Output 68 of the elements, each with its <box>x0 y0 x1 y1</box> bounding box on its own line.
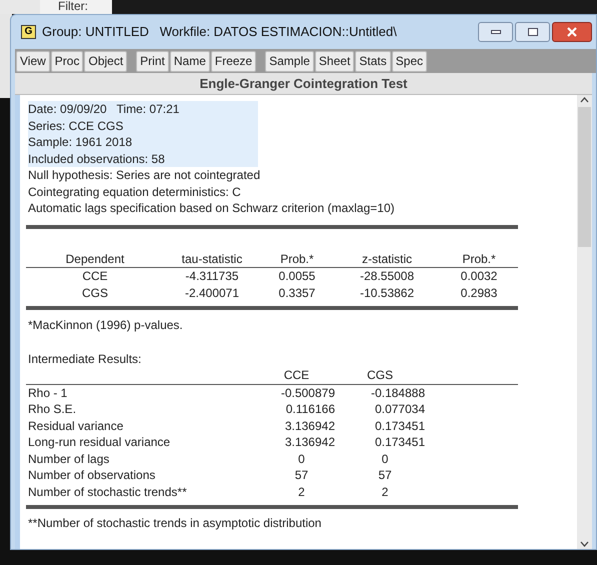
toolbar-button[interactable]: Print <box>136 50 169 72</box>
table-cell-text: 57 <box>294 467 310 484</box>
table-cell-text: 0.2983 <box>460 284 498 301</box>
report-line: Cointegrating equation deterministics: C <box>28 184 241 200</box>
column-header: tau-statistic <box>180 250 244 267</box>
column-header: Prob.* <box>461 250 497 267</box>
column-header: CGS <box>366 367 394 384</box>
close-button[interactable] <box>552 22 592 42</box>
row-label: Number of stochastic trends** <box>28 484 188 500</box>
table-cell-text: 0.077034 <box>374 401 425 418</box>
table-cell-text: -10.53862 <box>358 284 416 301</box>
toolbar-button[interactable]: Stats <box>355 50 391 72</box>
scroll-up-icon[interactable] <box>580 97 589 103</box>
toolbar-button[interactable]: Freeze <box>210 50 256 72</box>
column-header: Dependent <box>64 250 126 267</box>
table-cell-text: 0.173451 <box>374 434 425 450</box>
column-header: z-statistic <box>360 250 413 267</box>
footnote: **Number of stochastic trends in asymptotic distribution <box>28 515 322 532</box>
table-cell-text: 0 <box>380 450 390 467</box>
filter-tab[interactable]: Filter: <box>40 0 112 14</box>
view-title-bar: Engle-Granger Cointegration Test <box>15 73 592 95</box>
toolbar-button[interactable]: Proc <box>50 50 84 72</box>
table-cell-text: 3.136942 <box>284 418 335 434</box>
table-cell-text: -2.400071 <box>184 284 240 301</box>
section-title: Intermediate Results: <box>28 350 142 367</box>
column-header: Prob.* <box>279 250 315 267</box>
row-label: Residual variance <box>28 418 124 434</box>
toolbar-button[interactable]: Object <box>84 50 128 72</box>
table-cell-text: CGS <box>80 284 109 301</box>
table-cell-text: CCE <box>81 268 109 284</box>
table-cell-text: 0.0055 <box>278 268 316 284</box>
table-cell-text: 3.136942 <box>284 434 335 450</box>
row-label: Number of lags <box>28 450 110 467</box>
table-cell-text: -0.500879 <box>280 384 335 401</box>
toolbar-button[interactable]: Sample <box>265 50 314 72</box>
report-line: Null hypothesis: Series are not cointegrated <box>28 167 260 184</box>
report-line: Automatic lags specification based on Schwarz criterion (maxlag=10) <box>28 200 395 216</box>
toolbar-button[interactable]: Spec <box>392 50 427 72</box>
minimize-icon <box>490 30 500 34</box>
table-cell-text: 2 <box>380 484 390 500</box>
column-header: CCE <box>282 367 310 384</box>
scroll-down-icon[interactable] <box>580 541 589 547</box>
footnote: *MacKinnon (1996) p-values. <box>28 317 184 334</box>
table-cell-text: -4.311735 <box>184 268 240 284</box>
table-cell-text: 2 <box>297 484 306 500</box>
maximize-button[interactable] <box>515 22 550 42</box>
table-cell-text: -28.55008 <box>358 268 416 284</box>
close-icon <box>567 27 577 37</box>
scroll-thumb[interactable] <box>578 107 591 247</box>
app-icon: G <box>21 25 36 39</box>
toolbar-button[interactable]: View <box>16 50 50 72</box>
table-cell-text: -0.184888 <box>370 384 425 401</box>
table-cell-text: 0.116166 <box>284 401 335 418</box>
row-label: Rho - 1 <box>28 384 68 401</box>
scrollbar[interactable] <box>577 95 592 549</box>
row-label: Rho S.E. <box>28 401 78 418</box>
window-title: Group: UNTITLED Workfile: DATOS ESTIMACION::Untitled\ <box>42 23 397 42</box>
minimize-button[interactable] <box>478 22 513 42</box>
table-cell-text: 0.173451 <box>374 418 425 434</box>
maximize-icon <box>528 28 538 36</box>
row-label: Number of observations <box>28 467 156 484</box>
toolbar-button[interactable]: Name <box>170 50 210 72</box>
table-cell-text: 0.0032 <box>460 268 498 284</box>
table-cell-text: 57 <box>377 467 393 484</box>
toolbar-button[interactable]: Sheet <box>314 50 354 72</box>
table-cell-text: 0 <box>297 450 306 467</box>
table-cell-text: 0.3357 <box>278 284 316 301</box>
row-label: Long-run residual variance <box>28 434 172 450</box>
